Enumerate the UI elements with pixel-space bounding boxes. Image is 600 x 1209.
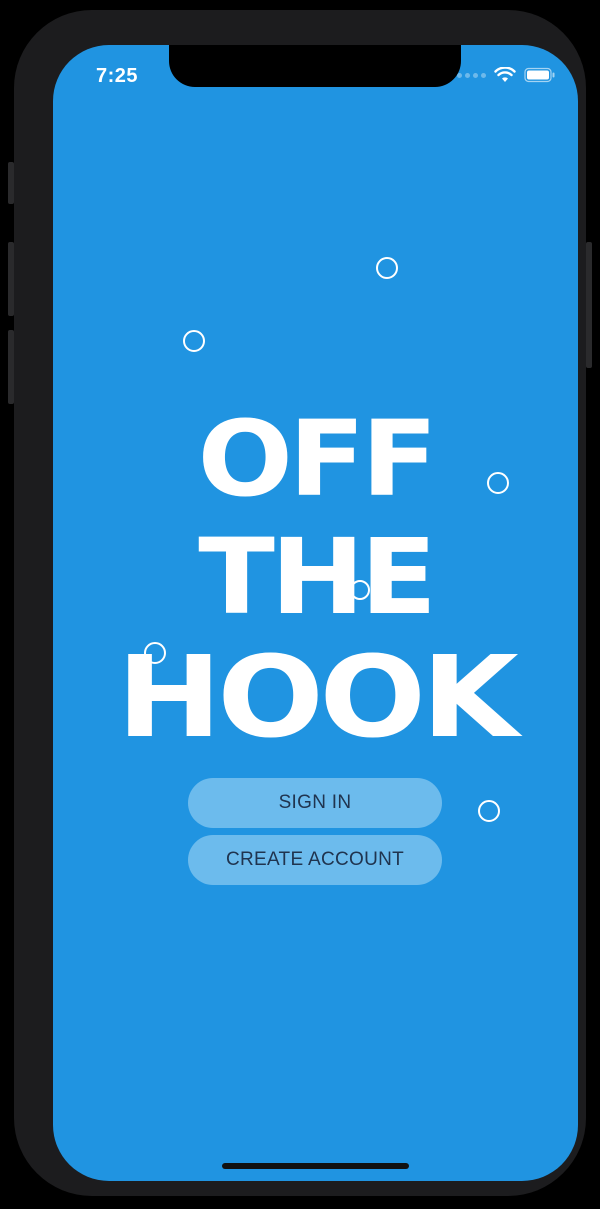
mute-switch [8, 162, 14, 204]
logo-line-2: THE [198, 516, 437, 638]
logo-line-3: HOOK [116, 633, 519, 763]
app-logo: OFF THE HOOK [53, 400, 578, 760]
volume-up-button [8, 242, 14, 316]
notch [169, 45, 461, 87]
bubble-decoration [183, 330, 205, 352]
create-account-button[interactable]: CREATE ACCOUNT [188, 835, 442, 885]
volume-down-button [8, 330, 14, 404]
status-icons [457, 67, 556, 83]
app-screen: 7:25 OFF THE HOOK SIGN IN CREATE ACCOUNT [53, 45, 578, 1181]
home-indicator[interactable] [222, 1163, 409, 1169]
status-time: 7:25 [96, 65, 139, 87]
device-frame: 7:25 OFF THE HOOK SIGN IN CREATE ACCOUNT [8, 10, 592, 1196]
bubble-decoration [376, 257, 398, 279]
bubble-decoration [478, 800, 500, 822]
signal-dots-icon [457, 72, 486, 78]
logo-line-1: OFF [197, 398, 438, 520]
sign-in-button[interactable]: SIGN IN [188, 778, 442, 828]
wifi-icon [494, 67, 516, 82]
battery-icon [524, 67, 555, 83]
power-button [586, 242, 592, 368]
